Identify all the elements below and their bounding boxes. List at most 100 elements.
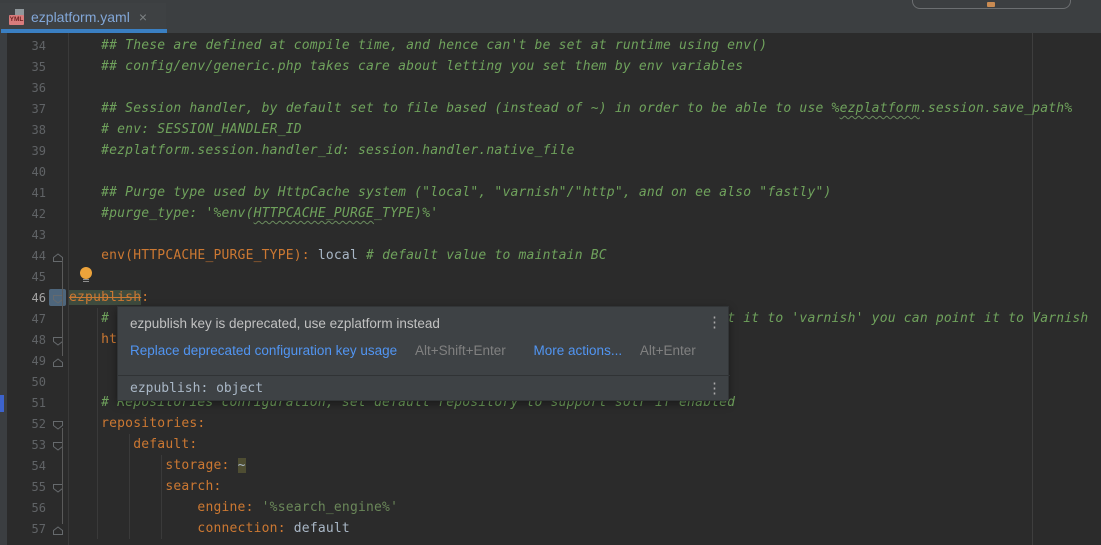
tab-bar: YML ezplatform.yaml × <box>0 0 1101 33</box>
close-icon[interactable]: × <box>139 10 147 24</box>
code-line[interactable]: 44 env(HTTPCACHE_PURGE_TYPE): local # de… <box>0 245 1101 266</box>
code-line[interactable]: 54 storage: ~ <box>0 455 1101 476</box>
fold-column <box>46 161 69 182</box>
fold-marker-icon[interactable] <box>46 329 69 350</box>
code-text: ezpublish: <box>69 290 149 305</box>
code-text: storage: ~ <box>69 458 246 473</box>
tab-ezplatform-yaml[interactable]: YML ezplatform.yaml × <box>0 3 166 30</box>
fold-column <box>46 98 69 119</box>
line-number: 49 <box>0 354 46 368</box>
fold-column <box>46 35 69 56</box>
code-text: ## These are defined at compile time, an… <box>69 38 767 53</box>
line-number: 51 <box>0 396 46 410</box>
fold-column <box>46 224 69 245</box>
quickfix-shortcut: Alt+Shift+Enter <box>415 343 506 358</box>
line-number: 52 <box>0 417 46 431</box>
line-number: 46 <box>0 291 46 305</box>
more-actions-shortcut: Alt+Enter <box>640 343 696 358</box>
fold-marker-icon[interactable] <box>46 518 69 539</box>
yml-badge: YML <box>9 15 24 25</box>
code-line[interactable]: 42 #purge_type: '%env(HTTPCACHE_PURGE_TY… <box>0 203 1101 224</box>
code-text: search: <box>69 479 222 494</box>
code-line[interactable]: 34 ## These are defined at compile time,… <box>0 35 1101 56</box>
code-text: ## Session handler, by default set to fi… <box>69 101 1072 116</box>
fold-column <box>46 497 69 518</box>
code-line[interactable]: 39 #ezplatform.session.handler_id: sessi… <box>0 140 1101 161</box>
line-number: 36 <box>0 81 46 95</box>
code-line[interactable]: 37 ## Session handler, by default set to… <box>0 98 1101 119</box>
code-text: engine: '%search_engine%' <box>69 500 398 515</box>
quickfix-link[interactable]: Replace deprecated configuration key usa… <box>130 343 397 358</box>
line-number: 45 <box>0 270 46 284</box>
fold-column <box>46 77 69 98</box>
editor[interactable]: 34 ## These are defined at compile time,… <box>0 33 1101 545</box>
fold-column <box>46 119 69 140</box>
lightbulb-glass <box>80 267 92 279</box>
code-text: env(HTTPCACHE_PURGE_TYPE): local # defau… <box>69 248 607 263</box>
line-number: 47 <box>0 312 46 326</box>
popup-kebab-icon[interactable]: ⋮ <box>707 315 722 330</box>
lightbulb-base <box>83 279 89 283</box>
fold-column <box>46 392 69 413</box>
code-line[interactable]: 52 repositories: <box>0 413 1101 434</box>
code-line[interactable]: 56 engine: '%search_engine%' <box>0 497 1101 518</box>
yaml-file-icon: YML <box>9 9 25 25</box>
code-line[interactable]: 53 default: <box>0 434 1101 455</box>
fold-column <box>46 266 69 287</box>
code-line[interactable]: 38 # env: SESSION_HANDLER_ID <box>0 119 1101 140</box>
line-number: 39 <box>0 144 46 158</box>
line-number: 38 <box>0 123 46 137</box>
fold-marker-icon[interactable] <box>46 245 69 266</box>
lightbulb-icon[interactable] <box>80 267 93 284</box>
fold-column <box>46 371 69 392</box>
tab-title: ezplatform.yaml <box>31 9 130 25</box>
editor-lines: 34 ## These are defined at compile time,… <box>0 35 1101 539</box>
fold-marker-icon[interactable] <box>46 413 69 434</box>
code-line[interactable]: 40 <box>0 161 1101 182</box>
code-text: default: <box>69 437 197 452</box>
line-number: 54 <box>0 459 46 473</box>
fold-marker-icon[interactable] <box>46 476 69 497</box>
code-line[interactable]: 41 ## Purge type used by HttpCache syste… <box>0 182 1101 203</box>
more-actions-link[interactable]: More actions... <box>534 343 623 358</box>
indent-guide <box>129 434 130 539</box>
popup-title: ezpublish key is deprecated, use ezplatf… <box>130 316 440 331</box>
popup-action-row: Replace deprecated configuration key usa… <box>130 343 696 358</box>
line-number: 40 <box>0 165 46 179</box>
line-number: 43 <box>0 228 46 242</box>
line-number: 56 <box>0 501 46 515</box>
code-text: #ezplatform.session.handler_id: session.… <box>69 143 575 158</box>
popup-detail-kebab-icon[interactable]: ⋮ <box>707 381 722 396</box>
code-line[interactable]: 36 <box>0 77 1101 98</box>
line-number: 53 <box>0 438 46 452</box>
fold-marker-icon[interactable] <box>46 434 69 455</box>
fold-column <box>46 56 69 77</box>
fold-column <box>46 308 69 329</box>
code-line[interactable]: 45 <box>0 266 1101 287</box>
line-number: 44 <box>0 249 46 263</box>
code-line[interactable]: 55 search: <box>0 476 1101 497</box>
toolbar-widget[interactable] <box>912 0 1071 9</box>
fold-marker-icon[interactable] <box>46 350 69 371</box>
fold-column <box>46 182 69 203</box>
fold-range-line <box>62 428 63 524</box>
fold-column <box>46 140 69 161</box>
code-line[interactable]: 35 ## config/env/generic.php takes care … <box>0 56 1101 77</box>
line-number: 41 <box>0 186 46 200</box>
code-line[interactable]: 57 connection: default <box>0 518 1101 539</box>
fold-column <box>46 203 69 224</box>
intention-popup: ezpublish key is deprecated, use ezplatf… <box>117 306 729 401</box>
code-text: repositories: <box>69 416 205 431</box>
code-text: # env: SESSION_HANDLER_ID <box>69 122 302 137</box>
fold-marker-icon[interactable] <box>46 287 69 308</box>
ide-window: { "tab_bar": { "tab": { "title": "ezplat… <box>0 0 1101 545</box>
popup-divider <box>118 375 730 376</box>
code-line[interactable]: 43 <box>0 224 1101 245</box>
code-text: #purge_type: '%env(HTTPCACHE_PURGE_TYPE)… <box>69 206 438 221</box>
code-line[interactable]: 46 ezpublish: <box>0 287 1101 308</box>
indent-guide <box>97 308 98 539</box>
line-number: 48 <box>0 333 46 347</box>
line-number: 34 <box>0 39 46 53</box>
indent-guide <box>161 455 162 539</box>
code-text: ## config/env/generic.php takes care abo… <box>69 59 743 74</box>
